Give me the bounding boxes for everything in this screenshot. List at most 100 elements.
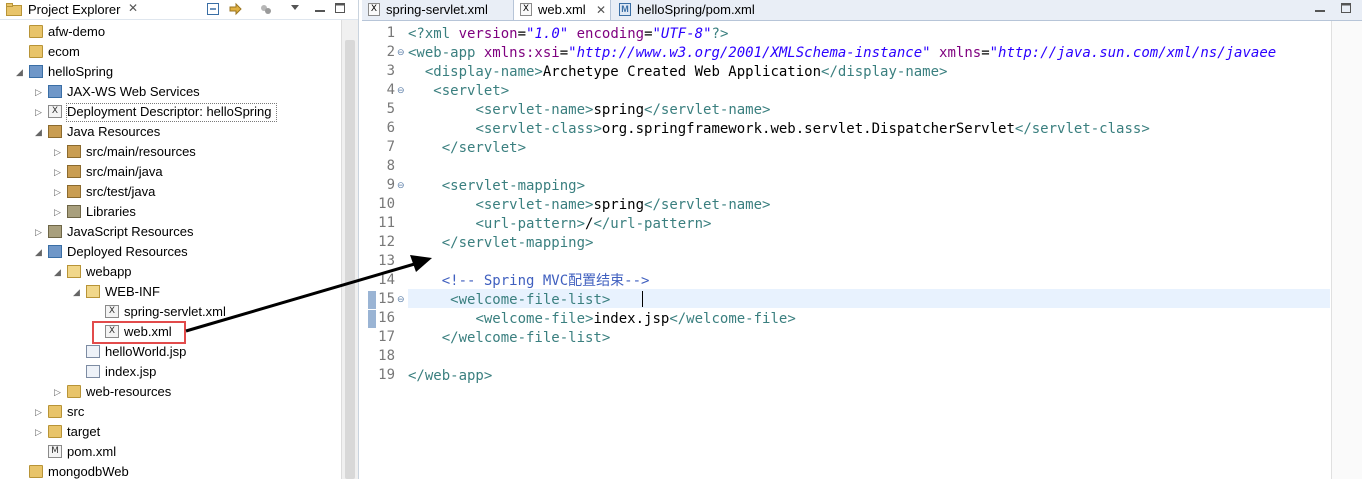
code-token: = (517, 26, 527, 42)
tree-item[interactable]: index.jsp (0, 362, 340, 382)
tab-pom-xml[interactable]: M helloSpring/pom.xml (613, 0, 773, 20)
folder-open-icon (86, 285, 100, 298)
fold-toggle-icon[interactable]: ⊖ (397, 47, 405, 58)
link-with-editor-icon[interactable] (228, 2, 244, 16)
line-number: 5 (386, 101, 395, 117)
tree-item[interactable]: ◢ helloSpring (0, 62, 340, 82)
code-area[interactable]: <?xml version="1.0" encoding="UTF-8"?> <w… (408, 21, 1330, 479)
maximize-icon[interactable] (334, 2, 346, 14)
focus-outline (66, 103, 277, 122)
minimize-icon[interactable] (314, 2, 326, 14)
tree-item[interactable]: Mpom.xml (0, 442, 340, 462)
xml-file-icon: X (368, 3, 380, 16)
maximize-icon[interactable] (1340, 2, 1352, 14)
scrollbar-thumb[interactable] (345, 40, 355, 479)
line-number: 15 (378, 291, 395, 307)
tree-item[interactable]: ◢ Deployed Resources (0, 242, 340, 262)
close-icon[interactable]: ✕ (128, 1, 138, 15)
fold-toggle-icon[interactable]: ⊖ (397, 180, 405, 191)
minimize-icon[interactable] (1314, 2, 1326, 14)
collapsed-arrow-icon[interactable]: ▷ (35, 102, 42, 122)
collapsed-arrow-icon[interactable]: ▷ (54, 382, 61, 402)
tree-item[interactable]: ▷ target (0, 422, 340, 442)
code-token: = (981, 45, 990, 61)
tree-item[interactable]: ◢ WEB-INF (0, 282, 340, 302)
tree-item[interactable]: ◢ Java Resources (0, 122, 340, 142)
tree-item[interactable]: ▷ Libraries (0, 202, 340, 222)
tree-item[interactable]: helloWorld.jsp (0, 342, 340, 362)
tree-item[interactable]: ▷ src/main/resources (0, 142, 340, 162)
collapsed-arrow-icon[interactable]: ▷ (35, 222, 42, 242)
jsp-file-icon (86, 345, 100, 358)
code-token: <welcome-file-list> (450, 292, 611, 308)
tree-item-label: web-resources (86, 384, 172, 399)
dropdown-icon[interactable] (290, 2, 300, 12)
code-token: </servlet-name> (644, 102, 771, 118)
tree-item[interactable]: ▷ src/test/java (0, 182, 340, 202)
code-token: </url-pattern> (593, 216, 712, 232)
code-token: <web-app (408, 45, 484, 61)
code-token: "http://www.w3.org/2001/XMLSchema-instan… (568, 45, 931, 61)
collapsed-arrow-icon[interactable]: ▷ (35, 402, 42, 422)
project-explorer-tab[interactable]: Project Explorer ✕ (0, 0, 148, 19)
collapsed-arrow-icon[interactable]: ▷ (54, 182, 61, 202)
folder-icon (29, 25, 43, 38)
tree-item[interactable]: ▷ JavaScript Resources (0, 222, 340, 242)
tree-item[interactable]: ▷ JAX-WS Web Services (0, 82, 340, 102)
expanded-arrow-icon[interactable]: ◢ (35, 122, 42, 142)
code-token: </servlet-mapping> (441, 235, 594, 251)
fold-toggle-icon[interactable]: ⊖ (397, 85, 405, 96)
project-icon (29, 65, 43, 78)
collapsed-arrow-icon[interactable]: ▷ (35, 422, 42, 442)
tab-spring-servlet-xml[interactable]: X spring-servlet.xml (362, 0, 512, 20)
tree-item[interactable]: ecom (0, 42, 340, 62)
expanded-arrow-icon[interactable]: ◢ (54, 262, 61, 282)
code-line: <servlet-mapping> (408, 177, 585, 196)
code-token: xmlns (939, 45, 982, 61)
explorer-scrollbar[interactable] (341, 20, 358, 479)
java-resources-icon (48, 125, 62, 138)
code-token: </welcome-file> (669, 311, 796, 327)
line-number: 1 (386, 25, 395, 41)
deployed-resources-icon (48, 245, 62, 258)
line-number: 14 (378, 272, 395, 288)
view-menu-icon[interactable] (259, 2, 273, 16)
fold-toggle-icon[interactable]: ⊖ (397, 294, 405, 305)
line-number: 11 (378, 215, 395, 231)
tree-item[interactable]: ▷ web-resources (0, 382, 340, 402)
tree-item[interactable]: ▷ src/main/java (0, 162, 340, 182)
editor-overview-ruler[interactable] (1331, 21, 1362, 479)
tab-web-xml[interactable]: X web.xml ✕ (513, 0, 611, 20)
tree-item[interactable]: ▷ src (0, 402, 340, 422)
folder-icon (29, 465, 43, 478)
text-caret (642, 291, 643, 307)
collapsed-arrow-icon[interactable]: ▷ (54, 142, 61, 162)
tree-item[interactable]: mongodbWeb (0, 462, 340, 479)
code-line: </welcome-file-list> (408, 329, 611, 348)
tree-item-label: JavaScript Resources (67, 224, 194, 239)
code-line: <display-name>Archetype Created Web Appl… (408, 63, 948, 82)
code-line: <?xml version="1.0" encoding="UTF-8"?> (408, 25, 728, 44)
expanded-arrow-icon[interactable]: ◢ (73, 282, 80, 302)
expanded-arrow-icon[interactable]: ◢ (35, 242, 42, 262)
tab-close-icon[interactable]: ✕ (596, 0, 606, 20)
tree-item[interactable]: ◢ webapp (0, 262, 340, 282)
collapsed-arrow-icon[interactable]: ▷ (54, 202, 61, 222)
code-token: spring (593, 102, 645, 118)
collapse-all-icon[interactable] (206, 2, 220, 16)
expanded-arrow-icon[interactable]: ◢ (16, 62, 23, 82)
code-token: </welcome-file-list> (441, 330, 611, 346)
collapsed-arrow-icon[interactable]: ▷ (54, 162, 61, 182)
folder-open-icon (67, 265, 81, 278)
line-number: 6 (386, 120, 395, 136)
tree-item[interactable]: afw-demo (0, 22, 340, 42)
tree-item-label: helloSpring (48, 64, 114, 79)
collapsed-arrow-icon[interactable]: ▷ (35, 82, 42, 102)
line-number: 2 (386, 44, 395, 60)
tree-item[interactable]: Xspring-servlet.xml (0, 302, 340, 322)
code-token: <servlet-name> (475, 102, 594, 118)
package-folder-icon (67, 185, 81, 198)
